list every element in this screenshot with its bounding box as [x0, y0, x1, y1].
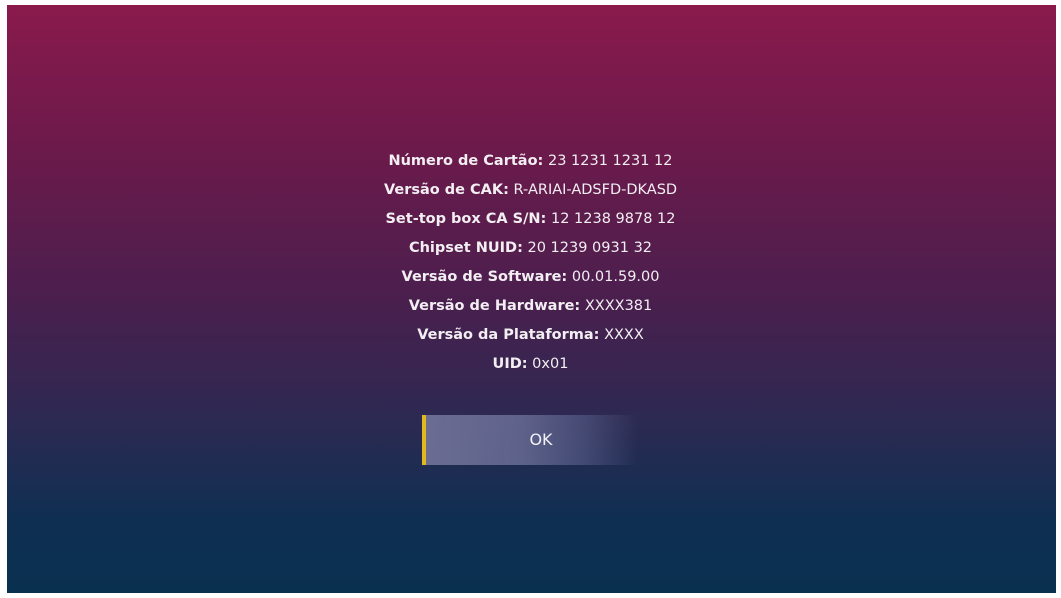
info-label: UID:: [492, 356, 528, 372]
info-panel: Número de Cartão: 23 1231 1231 12 Versão…: [7, 147, 1056, 379]
info-row-card-number: Número de Cartão: 23 1231 1231 12: [7, 147, 1056, 176]
info-label: Versão da Plataforma:: [417, 327, 600, 343]
info-label: Chipset NUID:: [408, 240, 523, 256]
info-value: XXXX: [604, 327, 644, 343]
ok-button-label: OK: [529, 430, 553, 449]
info-value: 0x01: [532, 356, 569, 372]
info-row-platform-version: Versão da Plataforma: XXXX: [7, 321, 1056, 350]
info-value: 12 1238 9878 12: [550, 211, 676, 227]
info-value: R-ARIAI-ADSFD-DKASD: [513, 182, 678, 198]
info-label: Versão de CAK:: [383, 182, 509, 198]
info-row-chipset-nuid: Chipset NUID: 20 1239 0931 32: [7, 234, 1056, 263]
info-value: 20 1239 0931 32: [527, 240, 653, 256]
info-label: Número de Cartão:: [388, 153, 544, 169]
info-label: Set-top box CA S/N:: [385, 211, 547, 227]
info-value: XXXX381: [584, 298, 653, 314]
info-label: Versão de Software:: [401, 269, 568, 285]
info-row-hardware-version: Versão de Hardware: XXXX381: [7, 292, 1056, 321]
info-value: 23 1231 1231 12: [547, 153, 673, 169]
info-value: 00.01.59.00: [571, 269, 660, 285]
system-info-screen: Número de Cartão: 23 1231 1231 12 Versão…: [7, 5, 1056, 593]
info-row-software-version: Versão de Software: 00.01.59.00: [7, 263, 1056, 292]
info-row-cak-version: Versão de CAK: R-ARIAI-ADSFD-DKASD: [7, 176, 1056, 205]
info-label: Versão de Hardware:: [408, 298, 581, 314]
ok-button[interactable]: OK: [422, 415, 638, 465]
info-row-uid: UID: 0x01: [7, 350, 1056, 379]
info-row-stb-serial: Set-top box CA S/N: 12 1238 9878 12: [7, 205, 1056, 234]
